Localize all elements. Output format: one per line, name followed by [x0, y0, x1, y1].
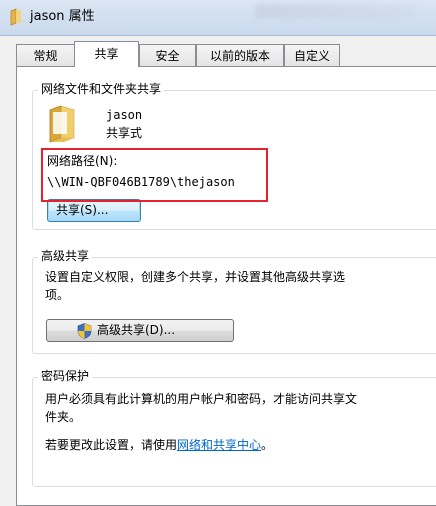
folder-name: jason — [106, 108, 143, 122]
tab-security[interactable]: 安全 — [139, 44, 196, 66]
advanced-sharing-button[interactable]: 高级共享(D)... — [46, 319, 234, 342]
password-change-text: 若要更改此设置，请使用网络和共享中心。 — [45, 436, 273, 454]
uac-shield-icon — [77, 323, 92, 339]
password-protection-group-title: 密码保护 — [38, 368, 93, 384]
password-change-prefix: 若要更改此设置，请使用 — [45, 438, 178, 452]
title-bar[interactable]: jason 属性 — [0, 0, 436, 36]
network-sharing-center-link[interactable]: 网络和共享中心 — [177, 438, 261, 452]
tab-general[interactable]: 常规 — [16, 44, 75, 66]
title-bar-background — [255, 4, 415, 18]
advanced-sharing-description-line1: 设置自定义权限，创建多个共享，并设置其他高级共享选 — [45, 270, 346, 284]
tab-customize[interactable]: 自定义 — [284, 44, 340, 66]
window-title: jason 属性 — [30, 9, 95, 24]
tab-previous-versions[interactable]: 以前的版本 — [196, 44, 284, 66]
sharing-group-title: 网络文件和文件夹共享 — [38, 81, 165, 97]
network-path-value[interactable]: \\WIN-QBF046B1789\thejason — [47, 173, 235, 191]
advanced-sharing-button-label: 高级共享(D)... — [97, 323, 176, 337]
password-change-suffix: 。 — [261, 438, 274, 452]
network-path-label: 网络路径(N): — [47, 154, 118, 168]
advanced-sharing-group-title: 高级共享 — [38, 248, 93, 264]
password-description-line2: 件夹。 — [45, 410, 82, 424]
share-button[interactable]: 共享(S)... — [47, 199, 141, 222]
password-description-line1: 用户必须具有此计算机的用户帐户和密码，才能访问共享文 — [45, 392, 358, 406]
tab-sharing[interactable]: 共享 — [74, 41, 139, 67]
folder-share-status: 共享式 — [106, 126, 143, 140]
folder-icon — [10, 8, 21, 26]
shared-folder-icon — [49, 105, 75, 143]
advanced-sharing-description-line2: 项。 — [45, 288, 70, 302]
